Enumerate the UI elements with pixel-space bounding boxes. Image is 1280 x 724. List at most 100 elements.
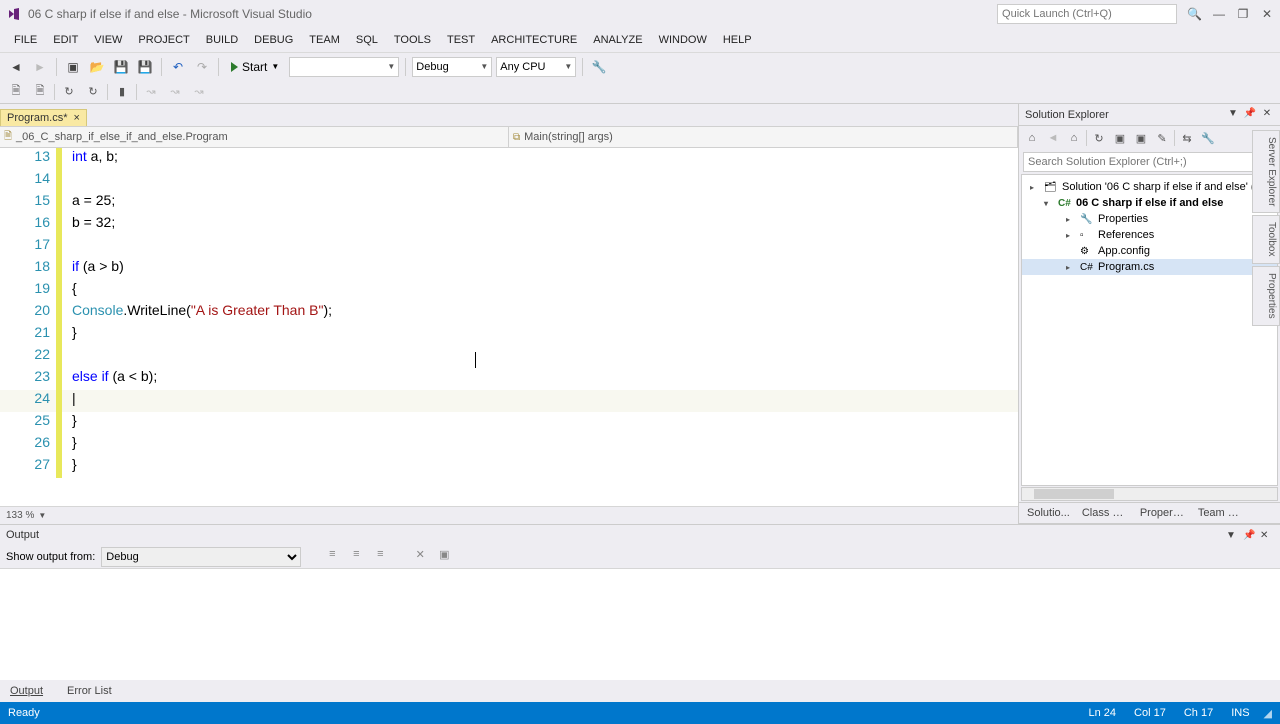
resize-grip-icon[interactable]: ◢: [1264, 707, 1272, 720]
code-line[interactable]: 14: [0, 170, 1018, 192]
save-icon[interactable]: 💾: [111, 57, 131, 77]
menu-test[interactable]: TEST: [439, 31, 483, 49]
code-line[interactable]: 21 }: [0, 324, 1018, 346]
output-close-icon[interactable]: ✕: [1260, 530, 1274, 541]
menu-team[interactable]: TEAM: [301, 31, 348, 49]
close-button[interactable]: ✕: [1260, 7, 1274, 21]
code-line[interactable]: 27}: [0, 456, 1018, 478]
sol-preview-icon[interactable]: ⇆: [1178, 129, 1196, 147]
output-wrap-icon[interactable]: ▣: [435, 548, 453, 566]
bottom-tab[interactable]: Output: [4, 683, 49, 699]
tree-item[interactable]: ▸▫References: [1022, 227, 1277, 243]
menu-help[interactable]: HELP: [715, 31, 760, 49]
output-pin-icon[interactable]: 📌: [1243, 530, 1257, 541]
tb2-icon-7[interactable]: ↝: [165, 82, 185, 102]
tree-item[interactable]: ⚙App.config: [1022, 243, 1277, 259]
side-tab[interactable]: Server Explorer: [1252, 130, 1280, 213]
sol-showall-icon[interactable]: ▣: [1132, 129, 1150, 147]
code-line[interactable]: 23 else if (a < b);: [0, 368, 1018, 390]
right-bottom-tab[interactable]: Solutio...: [1023, 505, 1074, 521]
code-line[interactable]: 26 }: [0, 434, 1018, 456]
solution-node[interactable]: ▸🗂Solution '06 C sharp if else if and el…: [1022, 179, 1277, 195]
code-line[interactable]: 15 a = 25;: [0, 192, 1018, 214]
output-menu-icon[interactable]: ▼: [1226, 530, 1240, 541]
tb2-icon-1[interactable]: 🗎: [6, 82, 26, 102]
tree-item[interactable]: ▸🔧Properties: [1022, 211, 1277, 227]
right-bottom-tab[interactable]: Team Ex...: [1194, 505, 1248, 521]
code-line[interactable]: 25 }: [0, 412, 1018, 434]
code-line[interactable]: 18 if (a > b): [0, 258, 1018, 280]
sol-refresh-icon[interactable]: ↻: [1090, 129, 1108, 147]
side-tab[interactable]: Toolbox: [1252, 215, 1280, 263]
menu-edit[interactable]: EDIT: [45, 31, 86, 49]
solution-hscroll[interactable]: [1021, 487, 1278, 501]
panel-close-icon[interactable]: ✕: [1260, 108, 1274, 122]
sol-back-icon[interactable]: ◄: [1044, 129, 1062, 147]
code-line[interactable]: 22: [0, 346, 1018, 368]
solution-search-input[interactable]: [1023, 152, 1276, 172]
side-tab[interactable]: Properties: [1252, 266, 1280, 326]
menu-build[interactable]: BUILD: [198, 31, 246, 49]
sol-sync-icon[interactable]: 🔧: [1199, 129, 1217, 147]
undo-icon[interactable]: ↶: [168, 57, 188, 77]
quick-launch-input[interactable]: [997, 4, 1177, 24]
nav-fwd-icon[interactable]: ►: [30, 57, 50, 77]
project-node[interactable]: ▾C#06 C sharp if else if and else: [1022, 195, 1277, 211]
sol-props-icon[interactable]: ✎: [1153, 129, 1171, 147]
document-tab[interactable]: Program.cs* ×: [0, 109, 87, 126]
output-btn-1[interactable]: ≡: [323, 548, 341, 566]
config-combo[interactable]: Debug▼: [412, 57, 492, 77]
menu-debug[interactable]: DEBUG: [246, 31, 301, 49]
class-dropdown[interactable]: 🗎 _06_C_sharp_if_else_if_and_else.Progra…: [0, 127, 509, 147]
menu-window[interactable]: WINDOW: [651, 31, 715, 49]
method-dropdown[interactable]: ⧉ Main(string[] args): [509, 127, 1018, 147]
menu-tools[interactable]: TOOLS: [386, 31, 439, 49]
output-btn-3[interactable]: ≡: [371, 548, 389, 566]
output-clear-icon[interactable]: ✕: [411, 548, 429, 566]
code-line[interactable]: 24 |: [0, 390, 1018, 412]
code-line[interactable]: 16 b = 32;: [0, 214, 1018, 236]
tb2-icon-2[interactable]: 🗎: [30, 82, 50, 102]
output-source-select[interactable]: Debug: [101, 547, 301, 567]
code-line[interactable]: 13 int a, b;: [0, 148, 1018, 170]
sol-fwd-icon[interactable]: ⌂: [1065, 129, 1083, 147]
code-editor[interactable]: 13 int a, b;1415 a = 25;16 b = 32;1718 i…: [0, 148, 1018, 506]
right-bottom-tab[interactable]: Class Vi...: [1078, 505, 1132, 521]
solution-tree[interactable]: ▸🗂Solution '06 C sharp if else if and el…: [1021, 174, 1278, 486]
menu-analyze[interactable]: ANALYZE: [585, 31, 650, 49]
right-bottom-tab[interactable]: Properti...: [1136, 505, 1190, 521]
bottom-tab[interactable]: Error List: [61, 683, 118, 699]
panel-pin-icon[interactable]: 📌: [1243, 108, 1257, 122]
panel-menu-icon[interactable]: ▼: [1226, 108, 1240, 122]
code-line[interactable]: 19 {: [0, 280, 1018, 302]
new-project-icon[interactable]: ▣: [63, 57, 83, 77]
close-tab-icon[interactable]: ×: [74, 112, 80, 124]
menu-architecture[interactable]: ARCHITECTURE: [483, 31, 585, 49]
output-btn-2[interactable]: ≡: [347, 548, 365, 566]
start-debug-button[interactable]: Start ▼: [225, 58, 285, 76]
find-combo[interactable]: ▼: [289, 57, 399, 77]
sol-home-icon[interactable]: ⌂: [1023, 129, 1041, 147]
code-line[interactable]: 20 Console.WriteLine("A is Greater Than …: [0, 302, 1018, 324]
output-body[interactable]: [0, 569, 1280, 680]
menu-view[interactable]: VIEW: [86, 31, 130, 49]
open-icon[interactable]: 📂: [87, 57, 107, 77]
search-icon[interactable]: 🔍: [1187, 7, 1202, 21]
tb2-icon-8[interactable]: ↝: [189, 82, 209, 102]
menu-project[interactable]: PROJECT: [130, 31, 197, 49]
zoom-level[interactable]: 133 %: [6, 510, 34, 521]
platform-combo[interactable]: Any CPU▼: [496, 57, 576, 77]
ext-icon[interactable]: 🔧: [589, 57, 609, 77]
nav-back-icon[interactable]: ◄: [6, 57, 26, 77]
save-all-icon[interactable]: 💾: [135, 57, 155, 77]
menu-sql[interactable]: SQL: [348, 31, 386, 49]
redo-icon[interactable]: ↷: [192, 57, 212, 77]
tb2-icon-5[interactable]: ▮: [112, 82, 132, 102]
menu-file[interactable]: FILE: [6, 31, 45, 49]
tb2-icon-4[interactable]: ↻: [83, 82, 103, 102]
code-line[interactable]: 17: [0, 236, 1018, 258]
minimize-button[interactable]: —: [1212, 7, 1226, 21]
tb2-icon-3[interactable]: ↻: [59, 82, 79, 102]
maximize-button[interactable]: ❐: [1236, 7, 1250, 21]
sol-collapse-icon[interactable]: ▣: [1111, 129, 1129, 147]
